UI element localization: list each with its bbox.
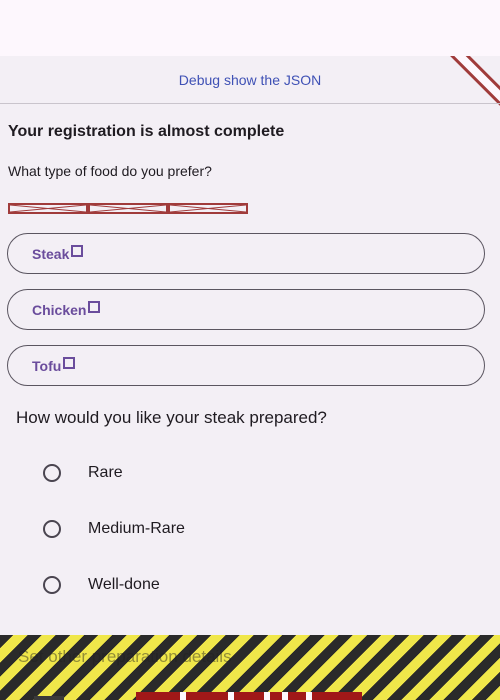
food-option-label: Steak [32,245,70,262]
overflow-marker [34,696,64,700]
overflow-warning-band: Set other preparation details [0,635,500,700]
food-question: What type of food do you prefer? [8,163,212,179]
status-area [0,0,500,56]
food-option-label: Chicken [32,301,87,318]
debug-show-json-link[interactable]: Debug show the JSON [0,72,500,88]
registration-panel: Debug show the JSON Your registration is… [0,56,500,700]
header-divider [0,103,500,104]
steak-option-well-done[interactable]: Well-done [0,563,500,607]
square-outline-icon [88,300,101,313]
food-option-tofu[interactable]: Tofu [7,345,485,386]
page-title: Your registration is almost complete [8,123,285,140]
radio-label: Well-done [88,576,160,593]
food-option-steak[interactable]: Steak [7,233,485,274]
overflow-hidden-text: Set other preparation details [18,647,232,666]
radio-unchecked-icon[interactable] [43,464,61,482]
placeholder-widgets [8,203,248,214]
radio-label: Rare [88,464,123,481]
square-outline-icon [63,356,76,369]
placeholder-widget [168,203,248,214]
steak-question: How would you like your steak prepared? [16,408,327,427]
steak-option-rare[interactable]: Rare [0,451,500,495]
food-option-label: Tofu [32,357,62,374]
radio-label: Medium-Rare [88,520,185,537]
steak-option-medium-rare[interactable]: Medium-Rare [0,507,500,551]
radio-unchecked-icon[interactable] [43,520,61,538]
overflow-blocks [136,692,362,700]
food-option-chicken[interactable]: Chicken [7,289,485,330]
placeholder-widget [88,203,168,214]
radio-unchecked-icon[interactable] [43,576,61,594]
square-outline-icon [71,244,84,257]
placeholder-widget [8,203,88,214]
